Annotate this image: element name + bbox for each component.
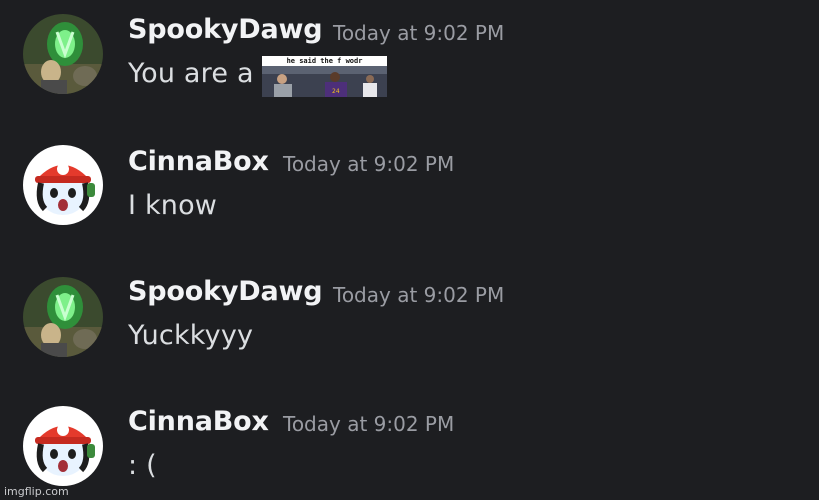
cinnabox-avatar-icon bbox=[23, 406, 103, 486]
avatar[interactable] bbox=[23, 277, 103, 357]
message-item: CinnaBox Today at 9:02 PM : ( bbox=[0, 390, 819, 500]
message-text: You are a bbox=[128, 58, 254, 89]
avatar[interactable] bbox=[23, 14, 103, 94]
username[interactable]: SpookyDawg bbox=[128, 276, 323, 307]
watermark: imgflip.com bbox=[4, 485, 69, 498]
timestamp: Today at 9:02 PM bbox=[333, 21, 505, 45]
image-scene: 24 bbox=[262, 66, 387, 97]
message-item: SpookyDawg Today at 9:02 PM Yuckkyyy bbox=[0, 262, 819, 372]
embedded-image[interactable]: he said the f wodr 24 bbox=[262, 56, 387, 97]
cinnabox-avatar-icon bbox=[23, 145, 103, 225]
message-item: SpookyDawg Today at 9:02 PM You are a he… bbox=[0, 0, 819, 110]
spooky-avatar-icon bbox=[23, 277, 103, 357]
message-text: Yuckkyyy bbox=[128, 320, 254, 351]
spooky-avatar-icon bbox=[23, 14, 103, 94]
message-item: CinnaBox Today at 9:02 PM I know bbox=[0, 130, 819, 240]
username[interactable]: SpookyDawg bbox=[128, 14, 323, 45]
avatar[interactable] bbox=[23, 145, 103, 225]
username[interactable]: CinnaBox bbox=[128, 146, 269, 177]
image-caption: he said the f wodr bbox=[262, 56, 387, 66]
message-text: : ( bbox=[128, 450, 157, 481]
username[interactable]: CinnaBox bbox=[128, 406, 269, 437]
message-text: I know bbox=[128, 190, 218, 221]
svg-text:24: 24 bbox=[332, 88, 340, 95]
timestamp: Today at 9:02 PM bbox=[333, 283, 505, 307]
timestamp: Today at 9:02 PM bbox=[283, 152, 455, 176]
timestamp: Today at 9:02 PM bbox=[283, 412, 455, 436]
avatar[interactable] bbox=[23, 406, 103, 486]
chat-log: SpookyDawg Today at 9:02 PM You are a he… bbox=[0, 0, 819, 500]
